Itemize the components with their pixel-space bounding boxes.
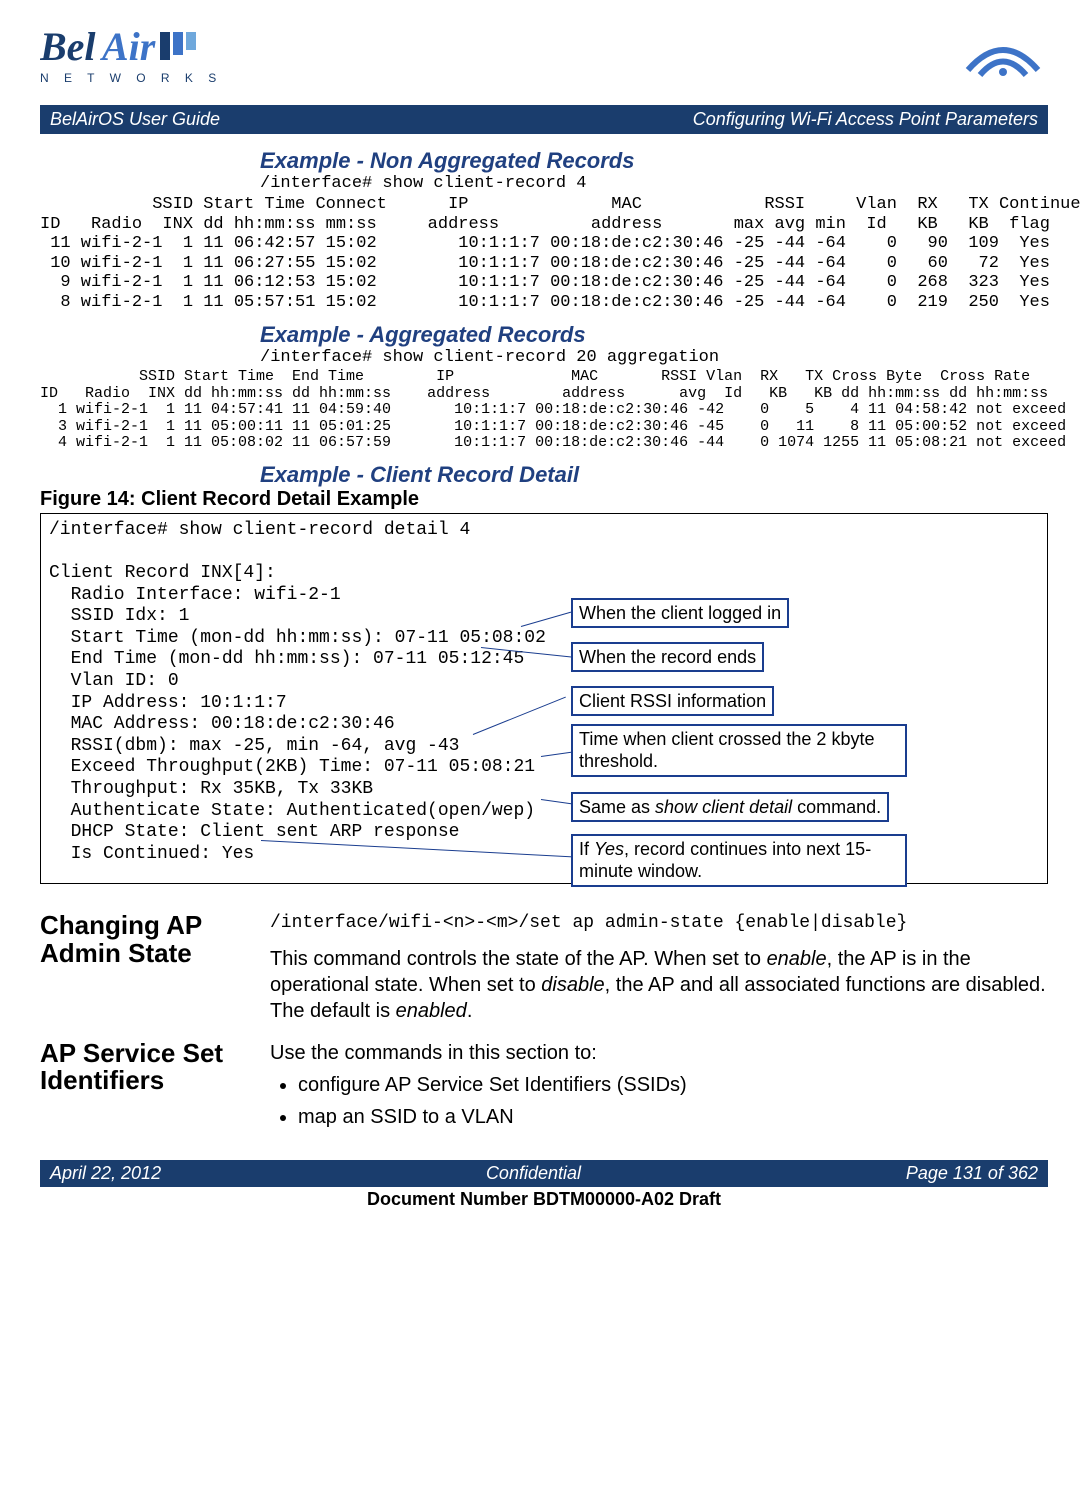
svg-text:Air: Air [99,24,156,69]
cmd-admin: /interface/wifi-<n>-<m>/set ap admin-sta… [270,912,1048,935]
section-title-admin: Changing AP Admin State [40,912,270,1023]
body-admin: This command controls the state of the A… [270,946,1048,1024]
figure-title: Figure 14: Client Record Detail Example [40,488,1048,511]
title-bar: BelAirOS User Guide Configuring Wi-Fi Ac… [40,105,1048,134]
belair-logo: Bel Air N E T W O R K S [40,20,220,95]
table-agg: SSID Start Time End Time IP MAC RSSI Vla… [40,369,1048,452]
heading-agg: Example - Aggregated Records [260,322,1048,348]
callout-logged-in: When the client logged in [571,598,789,629]
heading-non-agg: Example - Non Aggregated Records [260,148,1048,174]
section-title-ssid: AP Service Set Identifiers [40,1040,270,1136]
detail-text: /interface# show client-record detail 4 … [49,520,1039,866]
ssid-bullets: configure AP Service Set Identifiers (SS… [270,1072,1048,1130]
ssid-intro: Use the commands in this section to: [270,1040,1048,1066]
cmd-agg: /interface# show client-record 20 aggreg… [260,348,1048,367]
footer-page: Page 131 of 362 [906,1163,1038,1184]
cmd-non-agg: /interface# show client-record 4 [260,174,1048,193]
corner-icon [958,20,1048,87]
header: Bel Air N E T W O R K S [40,20,1048,95]
page-topic: Configuring Wi-Fi Access Point Parameter… [693,109,1038,130]
table-non-agg: SSID Start Time Connect IP MAC RSSI Vlan… [40,195,1048,312]
section-admin-state: Changing AP Admin State /interface/wifi-… [40,912,1048,1023]
callout-continued: If Yes, record continues into next 15-mi… [571,834,907,887]
footer-docnum: Document Number BDTM00000-A02 Draft [40,1189,1048,1210]
svg-text:N E T W O R K S: N E T W O R K S [40,71,220,85]
callout-same-as: Same as show client detail command. [571,792,889,823]
callout-record-ends: When the record ends [571,642,764,673]
callout-threshold: Time when client crossed the 2 kbyte thr… [571,724,907,777]
section-ssid: AP Service Set Identifiers Use the comma… [40,1040,1048,1136]
heading-detail: Example - Client Record Detail [260,462,1048,488]
list-item: map an SSID to a VLAN [298,1104,1048,1130]
svg-text:Bel: Bel [40,24,96,69]
detail-box: /interface# show client-record detail 4 … [40,513,1048,885]
footer-date: April 22, 2012 [50,1163,161,1184]
list-item: configure AP Service Set Identifiers (SS… [298,1072,1048,1098]
callout-rssi: Client RSSI information [571,686,774,717]
guide-title: BelAirOS User Guide [50,109,220,130]
footer-conf: Confidential [486,1163,581,1184]
footer: April 22, 2012 Confidential Page 131 of … [40,1160,1048,1210]
